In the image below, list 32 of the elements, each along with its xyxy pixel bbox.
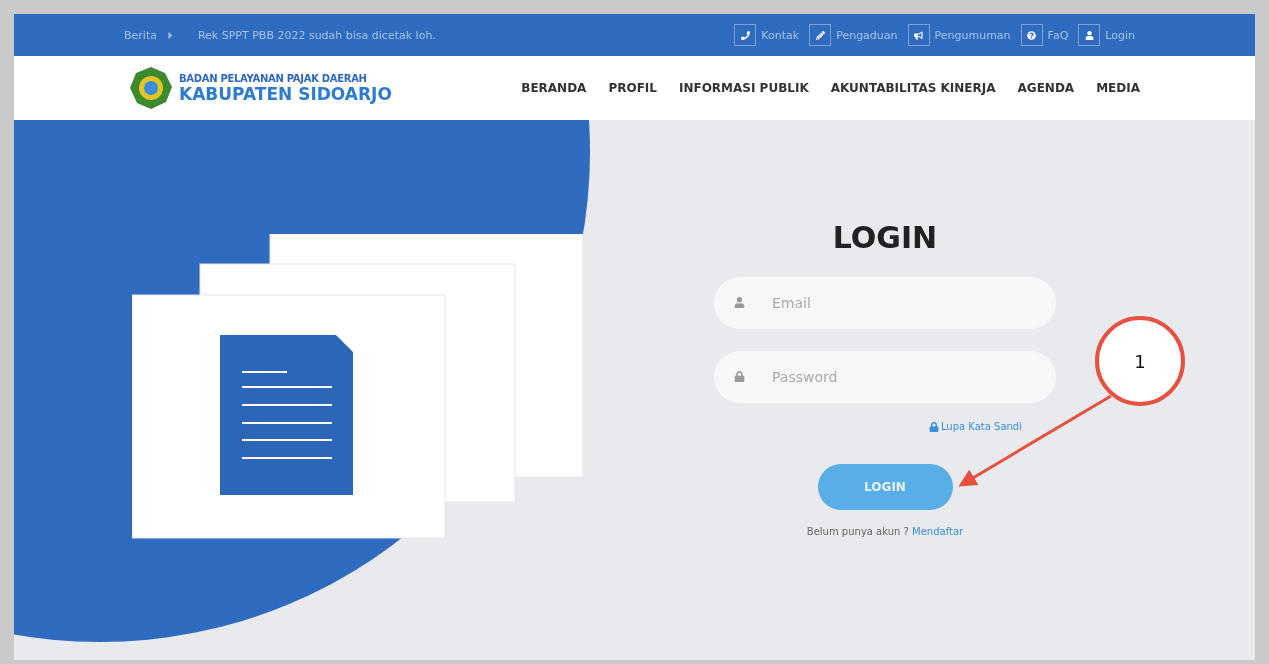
emblem-logo-icon <box>129 66 173 110</box>
top-link[interactable]: Login <box>1078 24 1135 46</box>
nav-link[interactable]: BERANDA <box>521 81 587 95</box>
news-label: Berita <box>124 28 157 42</box>
nav-link[interactable]: MEDIA <box>1096 81 1140 95</box>
top-link[interactable]: FaQ <box>1020 24 1069 46</box>
login-button[interactable]: LOGIN <box>817 464 953 510</box>
login-title: LOGIN <box>832 220 938 255</box>
nav-link[interactable]: PROFIL <box>608 81 657 95</box>
top-link[interactable]: Kontak <box>734 24 800 46</box>
nav-link[interactable]: AGENDA <box>1017 81 1075 95</box>
email-field[interactable]: Email <box>714 277 1056 329</box>
nav-link[interactable]: AKUNTABILITAS KINERJA <box>830 81 996 95</box>
news-ticker-text: Rek SPPT PBB 2022 sudah bisa dicetak loh. <box>197 28 436 42</box>
password-field[interactable]: Password <box>714 351 1056 403</box>
callout-marker: 1 <box>1095 316 1185 406</box>
user-icon <box>1078 24 1101 46</box>
register-link[interactable]: Mendaftar <box>912 526 964 537</box>
question-icon <box>1020 24 1043 46</box>
org-subtitle: BADAN PELAYANAN PAJAK DAERAH <box>179 72 368 84</box>
user-icon <box>734 297 745 308</box>
nav-link[interactable]: INFORMASI PUBLIK <box>678 81 809 95</box>
lock-icon <box>928 421 939 432</box>
megaphone-icon <box>907 24 930 46</box>
pencil-icon <box>809 24 832 46</box>
lock-icon <box>734 371 745 382</box>
org-name: KABUPATEN SIDOARJO <box>179 83 392 104</box>
forgot-password-link[interactable]: Lupa Kata Sandi <box>928 421 1022 432</box>
top-link[interactable]: Pengumuman <box>907 24 1011 46</box>
register-prompt: Belum punya akun ? Mendaftar <box>806 526 964 537</box>
phone-icon <box>734 24 757 46</box>
top-link[interactable]: Pengaduan <box>809 24 898 46</box>
